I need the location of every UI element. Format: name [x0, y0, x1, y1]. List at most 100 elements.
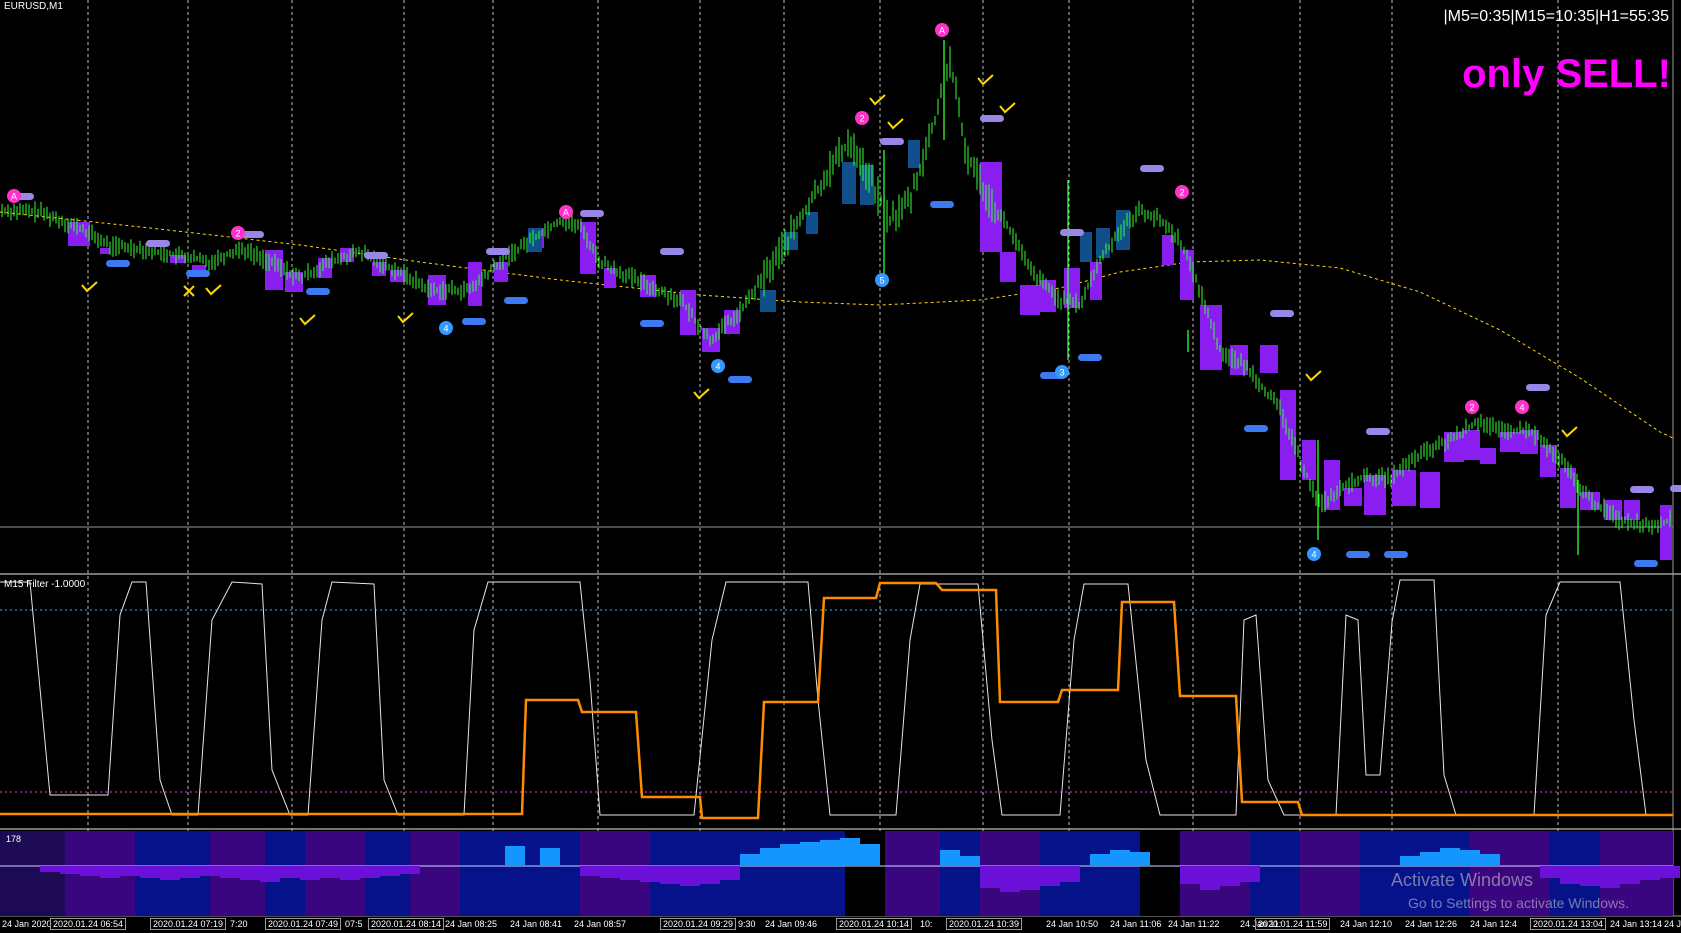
price-chart-svg[interactable]: A 2 A 2 A 2 2 4 4 4 5 3 4: [0, 0, 1681, 933]
m15-filter-layer: [0, 579, 1673, 820]
histogram-down-bar: [1240, 866, 1260, 882]
level-dash-blue: [462, 318, 486, 325]
histogram-up-bar: [540, 848, 560, 866]
symbol-timeframe-label: EURUSD,M1: [4, 1, 63, 12]
check-mark: [999, 102, 1016, 114]
bear-range-box: [100, 248, 110, 254]
histogram-down-bar: [1540, 866, 1560, 878]
time-axis-tick: 24 Jan 10:50: [1046, 919, 1099, 929]
bear-range-box: [1462, 430, 1480, 460]
check-mark: [869, 94, 886, 106]
histogram-down-bar: [1580, 866, 1600, 886]
histogram-up-bar: [840, 838, 860, 866]
filter-orange-line: [0, 581, 1673, 820]
check-mark: [887, 118, 904, 130]
sell-marker-label: A: [563, 208, 569, 218]
check-mark: [81, 281, 98, 293]
histogram-column-bg: [1300, 831, 1360, 916]
histogram-down-bar: [180, 866, 200, 878]
check-mark: [205, 284, 222, 296]
time-axis[interactable]: 24 Jan 2020 2020.01.24 06:54 2020.01.24 07…: [0, 917, 1681, 933]
time-axis-tick: 24 Jan 08:41: [510, 919, 563, 929]
level-dash-blue: [1346, 551, 1370, 558]
buy-marker-label: 4: [443, 324, 448, 334]
histogram-down-bar: [1640, 866, 1660, 880]
histogram-up-bar: [1460, 850, 1480, 866]
bear-range-box: [1344, 488, 1362, 506]
buy-marker-label: 4: [1311, 550, 1316, 560]
bear-range-box: [1090, 262, 1102, 300]
time-axis-tick: 24 Jan 11:22: [1168, 919, 1220, 929]
bear-range-box: [1000, 252, 1016, 282]
histogram-down-bar: [380, 866, 400, 876]
sell-marker-label: 2: [235, 229, 240, 239]
histogram-down-bar: [200, 866, 220, 876]
sell-marker-label: 2: [1469, 403, 1474, 413]
buy-marker-label: 4: [715, 362, 720, 372]
histogram-column-bg: [1140, 831, 1180, 916]
histogram-up-bar: [1420, 852, 1440, 866]
histogram-down-bar: [1040, 866, 1060, 886]
filter-white-line: [0, 579, 1673, 816]
windows-activation-subtitle: Go to Settings to activate Windows.: [1408, 895, 1629, 911]
time-axis-tick: 2020.01.24 13:04: [1530, 918, 1607, 930]
level-dash-light: [880, 138, 904, 145]
level-dash-light: [1270, 310, 1294, 317]
level-dash-blue: [106, 260, 130, 267]
time-axis-tick: 10:: [920, 919, 933, 929]
time-axis-tick: 2020.01.24 07:19: [150, 918, 227, 930]
histogram-up-bar: [1440, 848, 1460, 866]
time-axis-tick: 24 Jan 08:57: [574, 919, 627, 929]
level-dash-light: [146, 240, 170, 247]
histogram-up-bar: [820, 840, 840, 866]
histogram-down-bar: [980, 866, 1000, 888]
histogram-down-bar: [1020, 866, 1040, 890]
histogram-down-bar: [660, 866, 680, 884]
time-axis-tick: 24 Jan 11:06: [1110, 919, 1162, 929]
histogram-down-bar: [1620, 866, 1640, 884]
histogram-down-bar: [620, 866, 640, 880]
bear-range-box: [285, 272, 303, 292]
cross-mark: [183, 285, 195, 297]
histogram-column-bg: [1085, 831, 1140, 916]
histogram-down-bar: [240, 866, 260, 880]
time-axis-tick: 24 Jan 12:26: [1405, 919, 1458, 929]
histogram-down-bar: [600, 866, 620, 878]
histogram-down-bar: [160, 866, 180, 880]
time-axis-tick: 07:5: [345, 919, 363, 929]
bear-range-box: [580, 222, 596, 274]
bear-range-box: [265, 250, 283, 290]
time-axis-tick: 9:30: [738, 919, 756, 929]
histogram-down-bar: [1180, 866, 1200, 884]
level-dash-blue: [306, 288, 330, 295]
bear-range-box: [724, 310, 740, 334]
bear-range-box: [494, 262, 508, 282]
histogram-down-bar: [40, 866, 60, 872]
histogram-up-bar: [800, 842, 820, 866]
signal-banner: only SELL!: [1462, 52, 1671, 96]
bull-range-box: [1080, 232, 1092, 262]
check-mark: [1561, 426, 1578, 438]
bull-range-box: [806, 212, 818, 234]
time-axis-tick: 2020.01.24 09:29: [660, 918, 737, 930]
histogram-down-bar: [720, 866, 740, 880]
histogram-down-bar: [220, 866, 240, 878]
level-dash-blue: [728, 376, 752, 383]
histogram-up-bar: [960, 856, 980, 866]
time-axis-tick: 24 Jan 12:4: [1470, 919, 1518, 929]
time-axis-tick: 2020.01.24 08:14: [368, 918, 445, 930]
level-dash-blue: [1634, 560, 1658, 567]
histogram-up-bar: [1110, 850, 1130, 866]
histogram-up-bar: [1130, 852, 1150, 866]
histogram-down-bar: [1000, 866, 1020, 892]
level-dash-light: [1526, 384, 1550, 391]
histogram-down-bar: [580, 866, 600, 876]
level-dash-light: [660, 248, 684, 255]
sell-marker-label: 4: [1519, 403, 1524, 413]
bear-range-box: [1200, 305, 1222, 370]
histogram-down-bar: [360, 866, 380, 878]
histogram-down-bar: [260, 866, 280, 882]
level-dash-blue: [930, 201, 954, 208]
level-dash-light: [364, 252, 388, 259]
bear-range-box: [702, 328, 720, 352]
